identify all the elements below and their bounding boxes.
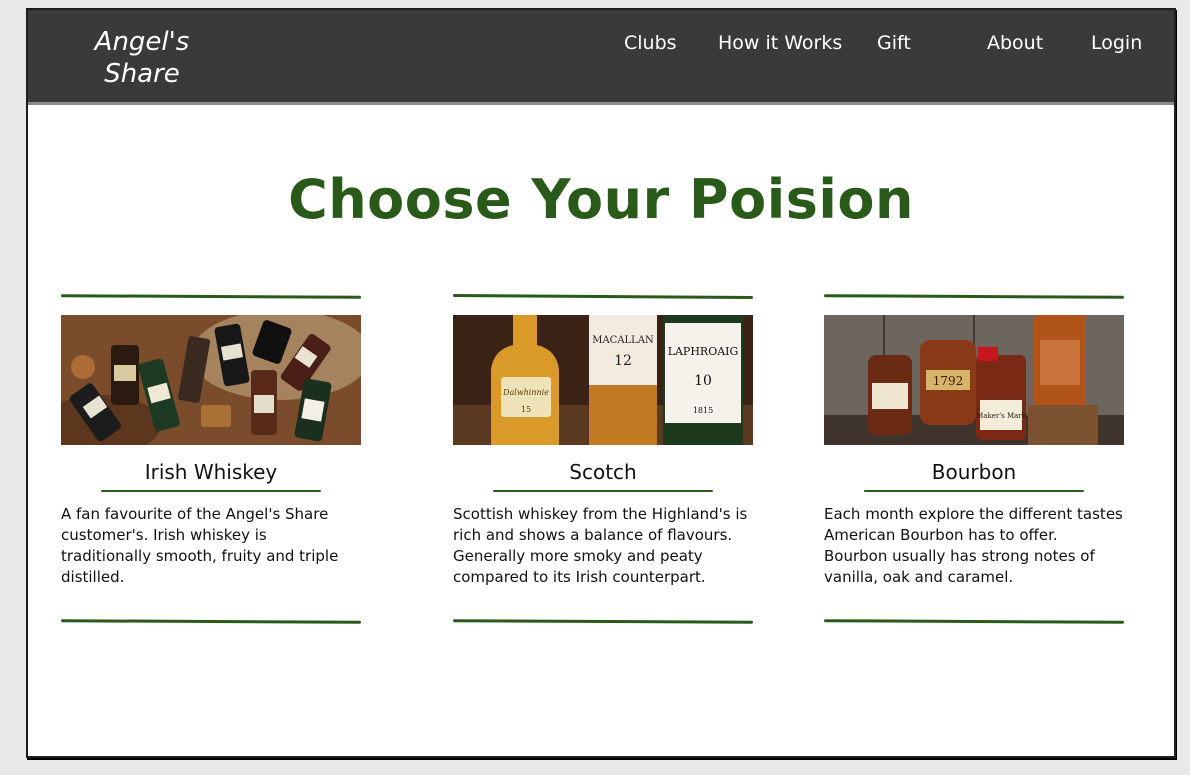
makers-mark-text: Maker's Mark bbox=[976, 412, 1027, 420]
laphroaig-label-text: LAPHROAIG bbox=[668, 345, 739, 358]
nav-gift[interactable]: Gift bbox=[877, 32, 911, 54]
nav-how-it-works[interactable]: How it Works bbox=[718, 32, 842, 54]
laphroaig-year-text: 1815 bbox=[693, 406, 713, 415]
card-bottom-divider bbox=[60, 619, 362, 624]
nav-login[interactable]: Login bbox=[1091, 32, 1142, 54]
card-top-divider bbox=[60, 294, 362, 299]
card-top-divider bbox=[823, 294, 1125, 299]
nav-clubs[interactable]: Clubs bbox=[624, 32, 677, 54]
card-title: Irish Whiskey bbox=[144, 460, 278, 484]
card-description: Each month explore the different tastes … bbox=[824, 505, 1123, 586]
bourbon-1792-text: 1792 bbox=[933, 374, 964, 388]
brand-line-1: Angel's bbox=[94, 27, 190, 57]
card-bottom-divider bbox=[452, 619, 754, 624]
nav-about[interactable]: About bbox=[987, 32, 1043, 54]
card-title-underline bbox=[493, 490, 713, 492]
card-title-underline bbox=[864, 490, 1084, 492]
macallan-age-text: 12 bbox=[614, 353, 632, 369]
brand-logo[interactable]: Angel's Share bbox=[82, 26, 202, 90]
bourbon-image[interactable]: 1792 Maker's Mark bbox=[824, 315, 1124, 445]
macallan-label-text: MACALLAN bbox=[592, 335, 654, 346]
card-top-divider bbox=[452, 293, 754, 300]
page-title: Choose Your Poision bbox=[288, 168, 914, 231]
top-navbar: Angel's Share Clubs How it Works Gift Ab… bbox=[28, 10, 1174, 105]
brand-line-2: Share bbox=[104, 59, 180, 89]
card-description: Scottish whiskey from the Highland's is … bbox=[453, 505, 748, 586]
irish-whiskey-image[interactable] bbox=[61, 315, 361, 445]
card-bottom-divider bbox=[823, 619, 1125, 624]
scotch-image[interactable]: Dalwhinnie 15 MACALLAN 12 LAPHROAIG 10 1… bbox=[453, 315, 753, 445]
laphroaig-age-text: 10 bbox=[694, 373, 712, 389]
svg-text:Dalwhinnie: Dalwhinnie bbox=[502, 388, 549, 397]
card-description: A fan favourite of the Angel's Share cus… bbox=[61, 505, 339, 586]
card-title: Scotch bbox=[569, 460, 637, 484]
page-frame: Angel's Share Clubs How it Works Gift Ab… bbox=[26, 8, 1176, 758]
card-title: Bourbon bbox=[931, 460, 1017, 484]
card-title-underline bbox=[101, 490, 321, 492]
dalwhinnie-age-text: 15 bbox=[521, 405, 531, 414]
